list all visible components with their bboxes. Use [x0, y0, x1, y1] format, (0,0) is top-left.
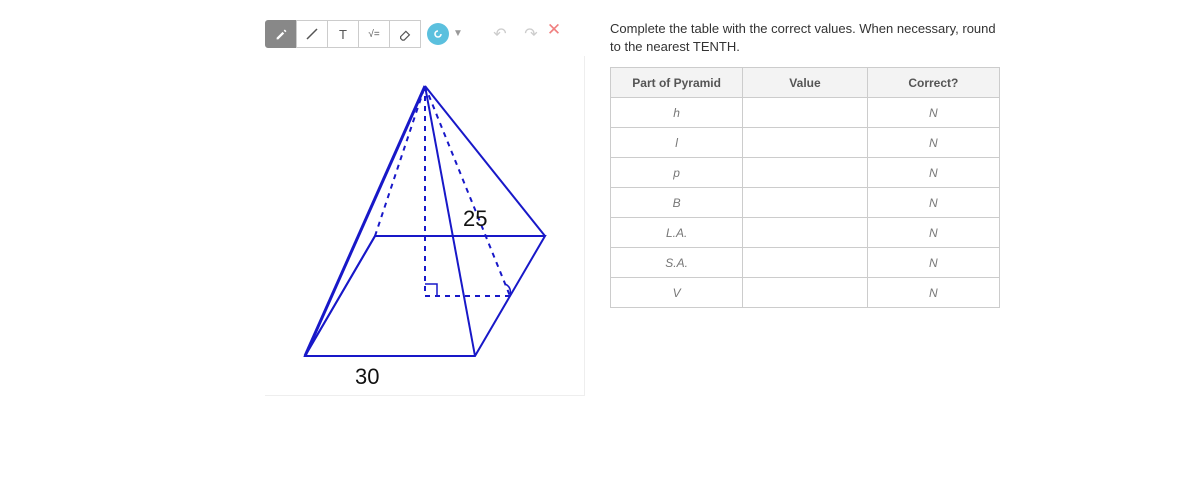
correct-cell: N [867, 248, 999, 278]
eraser-icon [398, 27, 412, 41]
table-row: S.A. N [611, 248, 1000, 278]
table-row: l N [611, 128, 1000, 158]
value-cell[interactable] [743, 188, 867, 218]
base-length-label: 30 [355, 364, 379, 390]
correct-cell: N [867, 218, 999, 248]
highlighter-icon [432, 28, 444, 40]
col-header-part: Part of Pyramid [611, 68, 743, 98]
pyramid-figure: 25 30 [265, 56, 585, 396]
pyramid-svg [275, 66, 575, 386]
pencil-icon [275, 28, 288, 41]
redo-button[interactable]: ↷ [515, 20, 547, 48]
value-cell[interactable] [743, 128, 867, 158]
text-tool-button[interactable]: T [327, 20, 359, 48]
correct-cell: N [867, 158, 999, 188]
table-row: L.A. N [611, 218, 1000, 248]
eraser-tool-button[interactable] [389, 20, 421, 48]
table-row: V N [611, 278, 1000, 308]
correct-cell: N [867, 128, 999, 158]
part-cell: h [611, 98, 743, 128]
math-tool-button[interactable]: √= [358, 20, 390, 48]
text-tool-label: T [339, 27, 347, 42]
math-tool-label: √= [368, 29, 379, 40]
line-icon [305, 27, 319, 41]
pencil-tool-button[interactable] [265, 20, 297, 48]
redo-icon: ↷ [524, 24, 537, 44]
value-cell[interactable] [743, 218, 867, 248]
answer-table: Part of Pyramid Value Correct? h N l N p [610, 67, 1000, 308]
value-cell[interactable] [743, 98, 867, 128]
part-cell: L.A. [611, 218, 743, 248]
part-cell: S.A. [611, 248, 743, 278]
table-row: B N [611, 188, 1000, 218]
col-header-value: Value [743, 68, 867, 98]
close-button[interactable]: ✕ [547, 20, 571, 48]
instructions-text: Complete the table with the correct valu… [610, 20, 1000, 55]
highlighter-tool-button[interactable] [427, 23, 449, 45]
slant-height-label: 25 [463, 206, 487, 232]
part-cell: V [611, 278, 743, 308]
line-tool-button[interactable] [296, 20, 328, 48]
value-cell[interactable] [743, 158, 867, 188]
part-cell: B [611, 188, 743, 218]
correct-cell: N [867, 188, 999, 218]
undo-button[interactable]: ↶ [484, 20, 516, 48]
part-cell: l [611, 128, 743, 158]
correct-cell: N [867, 98, 999, 128]
correct-cell: N [867, 278, 999, 308]
value-cell[interactable] [743, 248, 867, 278]
table-row: h N [611, 98, 1000, 128]
chevron-down-icon[interactable]: ▼ [453, 28, 463, 48]
undo-icon: ↶ [493, 24, 506, 44]
toolbar: T √= ▼ ↶ ↷ ✕ [265, 20, 585, 48]
value-cell[interactable] [743, 278, 867, 308]
part-cell: p [611, 158, 743, 188]
close-icon: ✕ [547, 20, 561, 39]
col-header-correct: Correct? [867, 68, 999, 98]
table-row: p N [611, 158, 1000, 188]
